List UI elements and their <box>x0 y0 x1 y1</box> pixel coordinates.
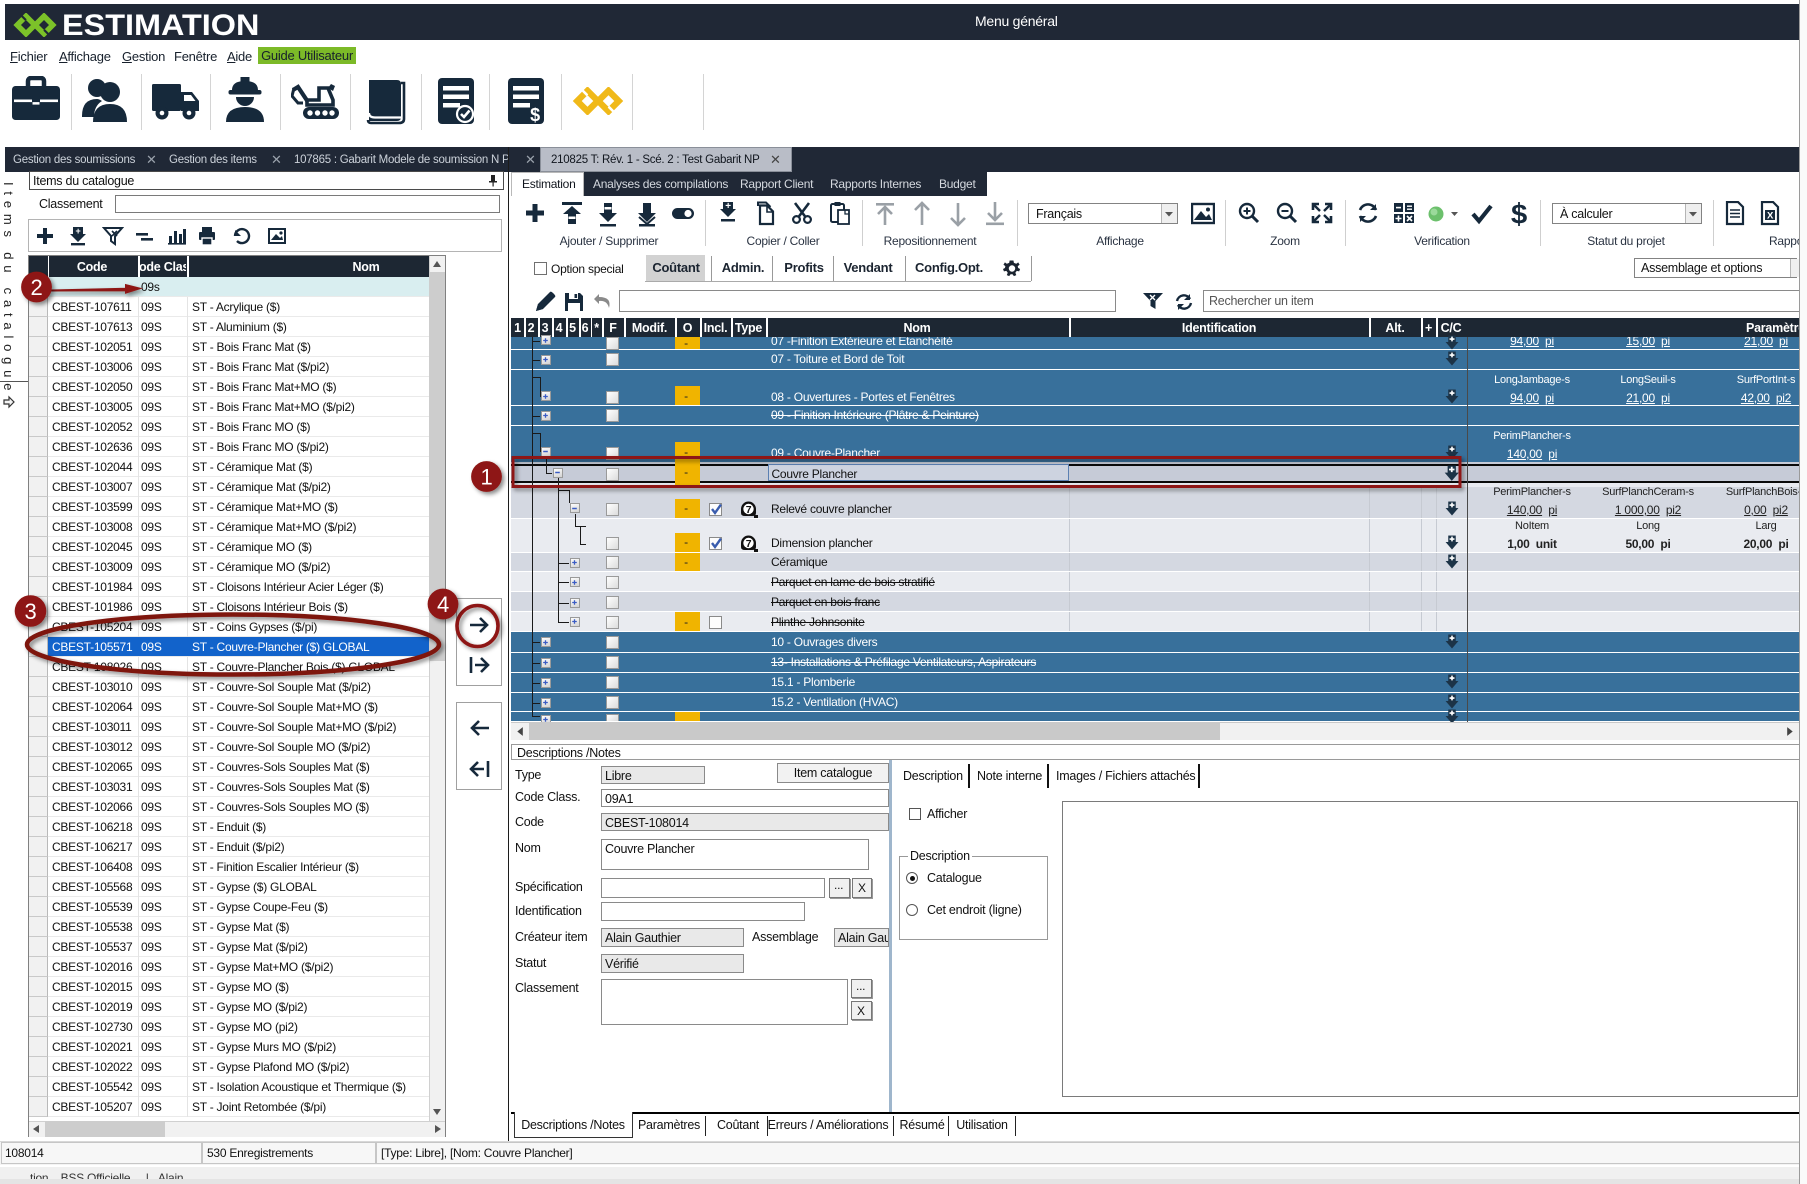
svg-text:1: 1 <box>481 465 493 490</box>
svg-text:4: 4 <box>437 592 449 617</box>
svg-text:2: 2 <box>31 275 43 300</box>
svg-text:3: 3 <box>25 599 37 624</box>
